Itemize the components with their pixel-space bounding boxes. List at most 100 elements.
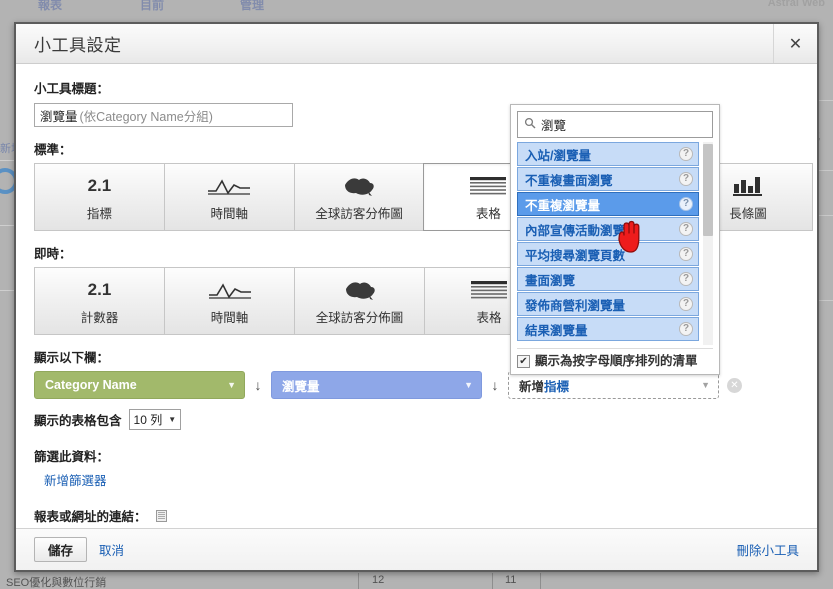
question-mark-icon[interactable]: ?	[679, 197, 693, 211]
number-2-1-icon: 2.1	[88, 280, 112, 300]
background-bottom-fragment: SEO優化與數位行銷	[6, 574, 106, 589]
metric-option-label: 發佈商營利瀏覽量	[525, 295, 625, 314]
add-metric-select[interactable]: 新增指標 ▼	[508, 371, 719, 399]
realtime-type-button-map-overlay[interactable]: 全球訪客分佈圖	[294, 267, 424, 335]
background-nav-item-1: 目前	[140, 0, 164, 13]
type-button-map-overlay[interactable]: 全球訪客分佈圖	[294, 163, 424, 231]
type-button-label: 表格	[476, 307, 501, 326]
background-nav-item-0: 報表	[38, 0, 62, 13]
number-2-1-icon: 2.1	[88, 176, 112, 196]
dimension-select[interactable]: Category Name ▼	[34, 371, 245, 399]
type-button-label: 計數器	[81, 307, 119, 326]
chevron-down-icon: ▼	[701, 380, 710, 390]
widget-title-label: 小工具標題：	[34, 78, 799, 97]
realtime-type-button-timeline[interactable]: 時間軸	[164, 267, 294, 335]
type-button-label: 時間軸	[211, 307, 249, 326]
metric-list-scrollbar[interactable]	[703, 142, 713, 345]
question-mark-icon[interactable]: ?	[679, 172, 693, 186]
chevron-down-icon: ▼	[168, 415, 176, 424]
metric-option[interactable]: 入站/瀏覽量 ?	[517, 142, 699, 166]
delete-widget-link[interactable]: 刪除小工具	[736, 540, 799, 559]
rows-count-value: 10 列	[134, 411, 163, 428]
table-lines-icon	[469, 277, 509, 303]
type-button-label: 指標	[87, 203, 112, 222]
question-mark-icon[interactable]: ?	[679, 297, 693, 311]
dialog-header: 小工具設定 ✕	[16, 24, 817, 64]
type-button-label: 表格	[476, 203, 501, 222]
url-block: 報表或網址的連結：	[34, 506, 799, 528]
background-topnav: 報表 目前 管理	[0, 0, 833, 12]
add-metric-accent: 指標	[544, 380, 569, 394]
widget-title-suffix: (依Category Name分組)	[80, 106, 213, 125]
metric-option-label: 畫面瀏覽	[525, 270, 575, 289]
save-button[interactable]: 儲存	[34, 537, 87, 562]
alpha-sort-label: 顯示為按字母順序排列的清單	[535, 354, 698, 370]
metric-options-list: 入站/瀏覽量 ? 不重複畫面瀏覽 ? 不重複瀏覽量 ? 內部宣傳活動瀏覽 ?	[517, 142, 713, 345]
type-button-timeline[interactable]: 時間軸	[164, 163, 294, 231]
metric-option-label: 不重複畫面瀏覽	[525, 170, 613, 189]
table-lines-icon	[468, 173, 508, 199]
dialog-title: 小工具設定	[16, 31, 122, 56]
rows-count-row: 顯示的表格包含 10 列 ▼	[34, 409, 799, 430]
metric-search-field[interactable]: 瀏覽	[517, 111, 713, 138]
timeline-sparkline-icon	[206, 173, 252, 199]
question-mark-icon[interactable]: ?	[679, 322, 693, 336]
alpha-sort-checkbox[interactable]: ✔	[517, 355, 530, 368]
report-picker-icon[interactable]	[156, 510, 167, 522]
type-button-label: 長條圖	[729, 203, 767, 222]
background-brand: Astral Web	[768, 0, 825, 9]
widget-title-input[interactable]: 瀏覽量 (依Category Name分組)	[34, 103, 293, 127]
dimension-select-value: Category Name	[45, 378, 137, 392]
type-button-label: 全球訪客分佈圖	[316, 307, 404, 326]
globe-map-icon	[341, 173, 377, 199]
bar-chart-icon	[731, 173, 765, 199]
metric-option[interactable]: 結果瀏覽量 ?	[517, 317, 699, 341]
metric-picker-popup: 瀏覽 入站/瀏覽量 ? 不重複畫面瀏覽 ? 不重複瀏覽量 ?	[510, 104, 720, 375]
background-bottom-row: SEO優化與數位行銷 12 11	[0, 573, 833, 589]
question-mark-icon[interactable]: ?	[679, 272, 693, 286]
widget-title-value: 瀏覽量	[40, 106, 78, 125]
scrollbar-thumb[interactable]	[703, 144, 713, 236]
metric-option-label: 入站/瀏覽量	[525, 145, 591, 164]
metric-select-value: 瀏覽量	[282, 376, 320, 395]
background-nav-item-2: 管理	[240, 0, 264, 13]
question-mark-icon[interactable]: ?	[679, 147, 693, 161]
metric-option-label: 內部宣傳活動瀏覽	[525, 220, 625, 239]
dimension-sort-arrow-icon[interactable]: ↓	[245, 377, 271, 393]
alpha-sort-row: ✔ 顯示為按字母順序排列的清單	[517, 348, 713, 370]
metric-search-value: 瀏覽	[541, 115, 566, 134]
metric-option[interactable]: 發佈商營利瀏覽量 ?	[517, 292, 699, 316]
widget-settings-dialog: 小工具設定 ✕ 小工具標題： 瀏覽量 (依Category Name分組) 標準…	[14, 22, 819, 572]
type-button-label: 全球訪客分佈圖	[315, 203, 403, 222]
remove-metric-icon[interactable]: ✕	[727, 378, 742, 393]
filter-block: 篩選此資料： 新增篩選器	[34, 446, 799, 489]
search-icon	[524, 116, 536, 134]
metric-select[interactable]: 瀏覽量 ▼	[271, 371, 482, 399]
rows-count-select[interactable]: 10 列 ▼	[129, 409, 182, 430]
metric-option[interactable]: 平均搜尋瀏覽頁數 ?	[517, 242, 699, 266]
metric-option-label: 平均搜尋瀏覽頁數	[525, 245, 625, 264]
realtime-type-button-counter[interactable]: 2.1 計數器	[34, 267, 164, 335]
chevron-down-icon: ▼	[227, 380, 236, 390]
metric-option-label: 不重複瀏覽量	[525, 195, 600, 214]
chevron-down-icon: ▼	[464, 380, 473, 390]
rows-count-label: 顯示的表格包含	[34, 410, 122, 429]
add-metric-prefix: 新增	[519, 380, 544, 394]
dialog-body: 小工具標題： 瀏覽量 (依Category Name分組) 標準： 2.1 指標…	[16, 64, 817, 528]
cancel-link[interactable]: 取消	[99, 540, 124, 559]
question-mark-icon[interactable]: ?	[679, 222, 693, 236]
metric-sort-arrow-icon[interactable]: ↓	[482, 377, 508, 393]
metric-option-selected[interactable]: 不重複瀏覽量 ?	[517, 192, 699, 216]
type-button-metric[interactable]: 2.1 指標	[34, 163, 164, 231]
metric-option[interactable]: 畫面瀏覽 ?	[517, 267, 699, 291]
metric-option[interactable]: 不重複畫面瀏覽 ?	[517, 167, 699, 191]
close-icon[interactable]: ✕	[773, 24, 817, 63]
add-filter-link[interactable]: 新增篩選器	[44, 470, 799, 489]
type-button-label: 時間軸	[210, 203, 248, 222]
filter-label: 篩選此資料：	[34, 446, 799, 465]
timeline-sparkline-icon	[207, 277, 253, 303]
question-mark-icon[interactable]: ?	[679, 247, 693, 261]
url-label: 報表或網址的連結：	[34, 506, 147, 525]
columns-select-row: Category Name ▼ ↓ 瀏覽量 ▼ ↓ 新增指標 ▼ ✕	[34, 371, 799, 399]
metric-option[interactable]: 內部宣傳活動瀏覽 ?	[517, 217, 699, 241]
